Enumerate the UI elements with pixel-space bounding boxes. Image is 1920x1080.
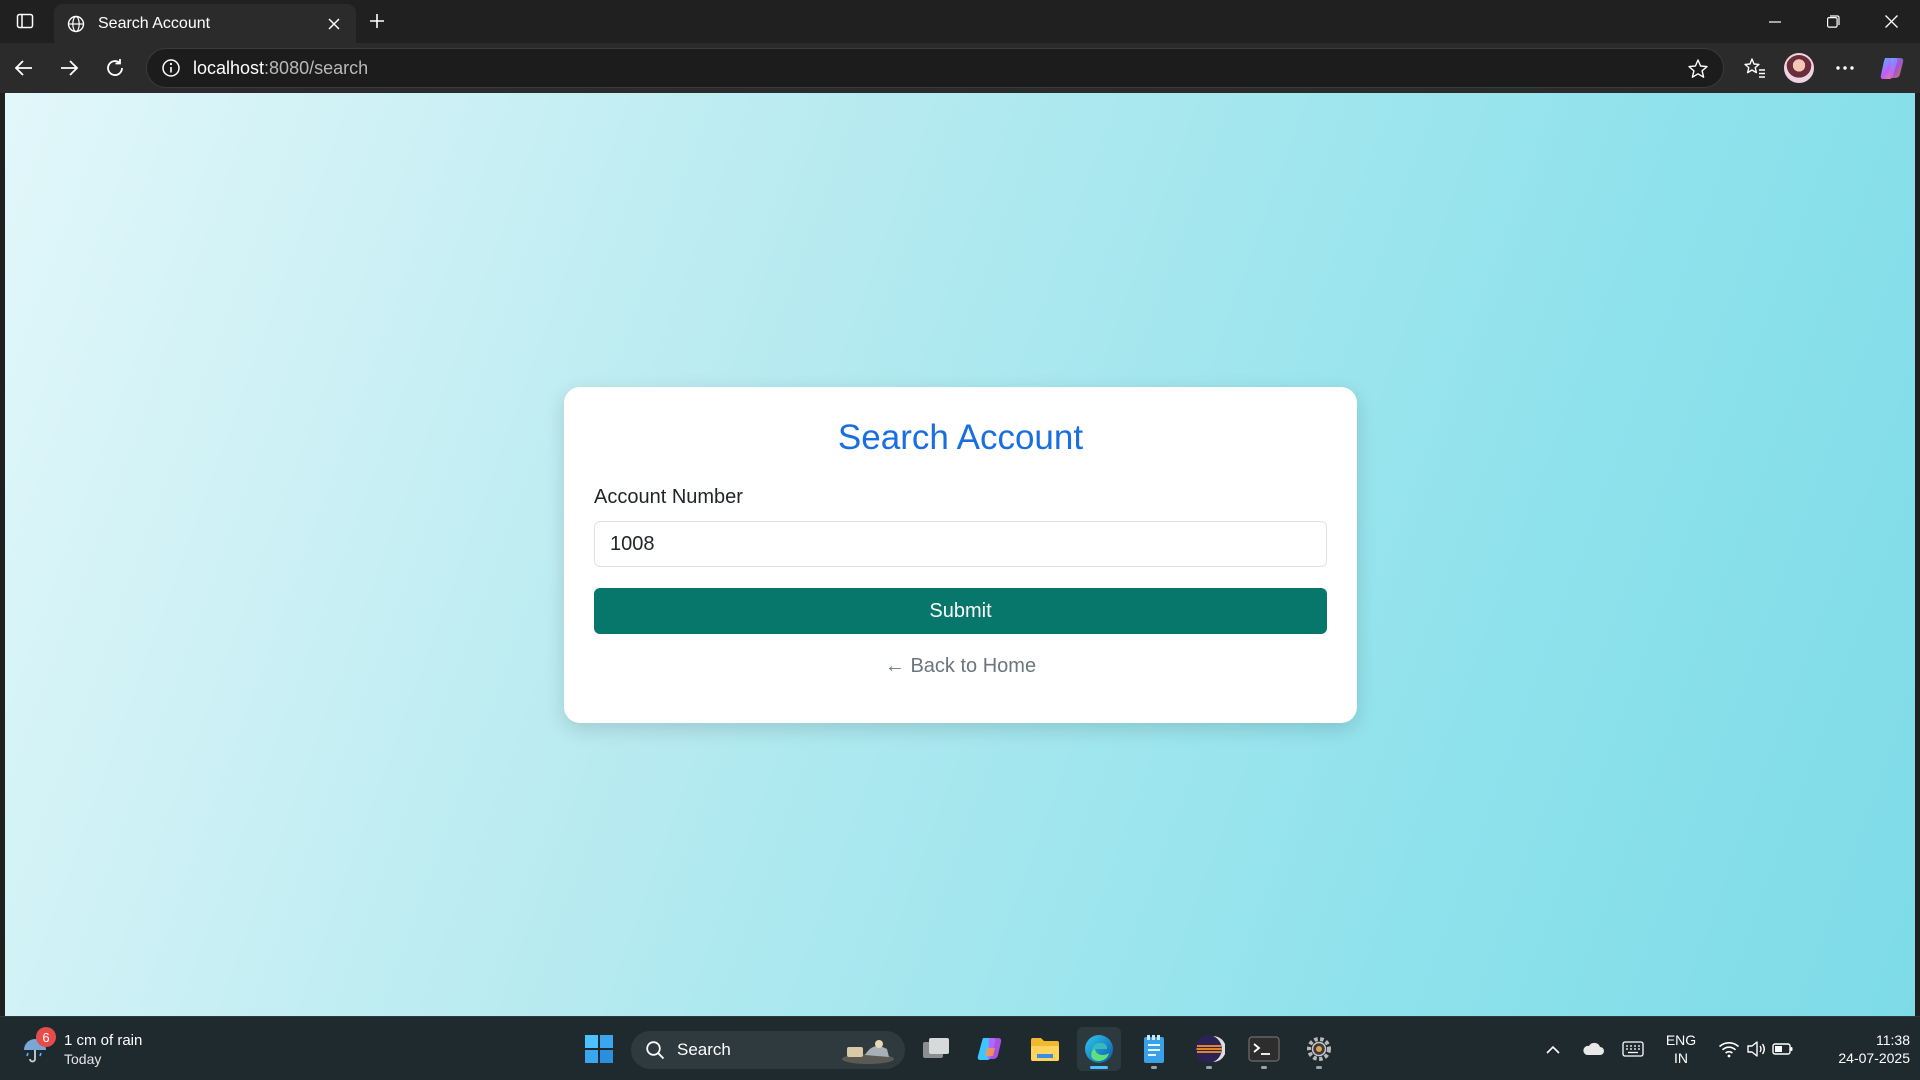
search-card: Search Account Account Number Submit ← B…: [564, 387, 1357, 723]
favorites-button[interactable]: [1737, 50, 1773, 86]
globe-icon: [66, 14, 86, 34]
taskbar-search[interactable]: Search: [631, 1031, 905, 1069]
plus-icon: [370, 14, 384, 28]
eclipse-icon: [1195, 1035, 1225, 1063]
clock-time: 11:38: [1876, 1032, 1910, 1048]
edge-browser-button[interactable]: [1077, 1027, 1121, 1071]
file-explorer-button[interactable]: [1023, 1027, 1067, 1071]
running-app-indicator: [1206, 1066, 1212, 1069]
weather-badge: 6: [36, 1027, 56, 1047]
umbrella-icon: 6: [18, 1027, 56, 1067]
close-window-button[interactable]: [1862, 0, 1920, 43]
clock[interactable]: 11:38 24-07-2025: [1810, 1031, 1910, 1067]
notepad-icon: [1144, 1035, 1164, 1063]
running-app-indicator: [1261, 1066, 1267, 1069]
url-text: localhost:8080/search: [193, 58, 368, 79]
close-icon: [1884, 15, 1898, 28]
taskbar-search-label: Search: [677, 1040, 731, 1059]
forward-button[interactable]: [51, 50, 87, 86]
url-path: :8080/search: [264, 57, 369, 78]
page-title: Search Account: [837, 418, 1084, 457]
browser-title-bar: Search Account: [0, 0, 1920, 43]
new-tab-button[interactable]: [361, 6, 393, 36]
refresh-button[interactable]: [97, 50, 133, 86]
task-view-button[interactable]: [914, 1027, 958, 1071]
cloud-icon: [1583, 1042, 1604, 1055]
language-indicator[interactable]: ENG IN: [1658, 1031, 1704, 1067]
page-viewport: Search Account Account Number Submit ← B…: [5, 93, 1915, 1016]
address-bar[interactable]: localhost:8080/search: [146, 48, 1724, 88]
minimize-button[interactable]: [1746, 0, 1804, 43]
running-app-indicator: [1316, 1066, 1322, 1069]
keyboard-icon: [1622, 1041, 1644, 1057]
profile-button[interactable]: [1781, 50, 1817, 86]
battery-icon: [1772, 1043, 1793, 1055]
terminal-icon: [1248, 1036, 1280, 1062]
settings-button[interactable]: [1297, 1027, 1341, 1071]
url-host: localhost: [193, 57, 265, 78]
info-icon[interactable]: [159, 56, 183, 80]
copilot-taskbar-button[interactable]: [968, 1027, 1012, 1071]
quick-settings-button[interactable]: [1714, 1031, 1798, 1067]
folder-icon: [1031, 1038, 1059, 1061]
windows-start-icon: [585, 1035, 613, 1063]
weather-day: Today: [64, 1051, 102, 1067]
back-to-home-link[interactable]: ← Back to Home: [594, 655, 1327, 678]
active-app-indicator: [1090, 1066, 1108, 1069]
tab-title: Search Account: [98, 14, 211, 32]
edge-icon: [1085, 1035, 1113, 1063]
back-button[interactable]: [6, 50, 42, 86]
arrow-right-icon: [61, 60, 79, 76]
language-region: IN: [1674, 1050, 1688, 1066]
search-highlight-icon: [842, 1040, 894, 1064]
tab-close-icon[interactable]: [322, 12, 346, 36]
start-button[interactable]: [577, 1027, 621, 1071]
submit-button[interactable]: Submit: [594, 588, 1327, 634]
copilot-icon: [1880, 58, 1904, 79]
avatar: [1784, 53, 1814, 83]
running-app-indicator: [1151, 1066, 1157, 1069]
restore-icon: [1826, 15, 1840, 28]
account-number-label: Account Number: [594, 486, 743, 508]
restore-button[interactable]: [1804, 0, 1862, 43]
task-view-icon: [923, 1038, 949, 1058]
browser-toolbar: localhost:8080/search: [0, 43, 1920, 93]
wifi-icon: [1718, 1042, 1740, 1058]
chevron-up-icon: [1546, 1045, 1560, 1054]
favorite-star-icon[interactable]: [1685, 56, 1711, 82]
more-menu-button[interactable]: [1827, 50, 1863, 86]
favorites-list-icon: [1744, 58, 1765, 78]
copilot-icon: [977, 1038, 1002, 1060]
copilot-button[interactable]: [1874, 50, 1910, 86]
show-hidden-icons-button[interactable]: [1541, 1031, 1565, 1067]
clock-date: 24-07-2025: [1838, 1050, 1910, 1066]
gear-icon: [1307, 1037, 1331, 1061]
onedrive-tray-icon[interactable]: [1580, 1031, 1606, 1067]
arrow-left-icon: [14, 60, 32, 76]
refresh-icon: [107, 59, 123, 76]
eclipse-button[interactable]: [1187, 1027, 1231, 1071]
tab-actions-button[interactable]: [8, 6, 42, 36]
taskbar: 6 1 cm of rain Today Search ENG IN 11:38…: [0, 1016, 1920, 1080]
weather-widget[interactable]: 6 1 cm of rain Today: [18, 1027, 168, 1073]
notepad-button[interactable]: [1132, 1027, 1176, 1071]
browser-tab[interactable]: Search Account: [54, 4, 356, 43]
terminal-button[interactable]: [1242, 1027, 1286, 1071]
tab-actions-icon: [16, 13, 34, 29]
weather-summary: 1 cm of rain: [64, 1032, 143, 1049]
more-dots-icon: [1836, 66, 1854, 70]
language-code: ENG: [1665, 1032, 1697, 1048]
search-icon: [646, 1041, 665, 1060]
volume-icon: [1747, 1041, 1765, 1057]
minimize-icon: [1769, 20, 1781, 23]
account-number-input[interactable]: [594, 521, 1327, 567]
touch-keyboard-tray-icon[interactable]: [1619, 1031, 1647, 1067]
